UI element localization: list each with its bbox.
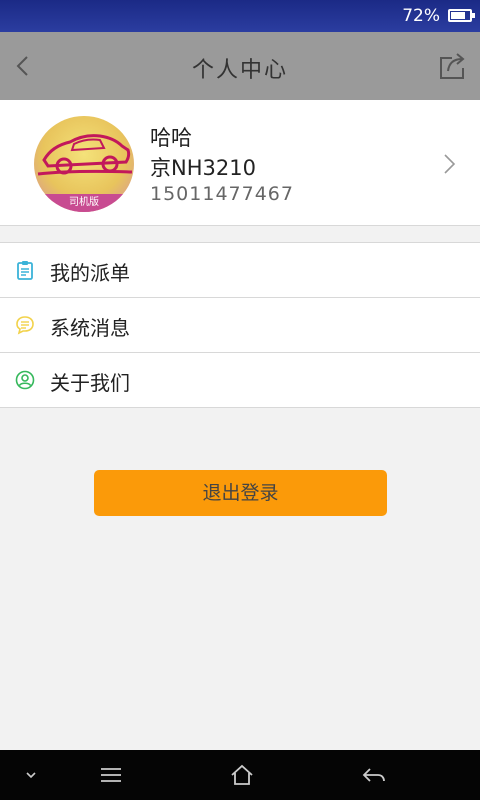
chevron-right-icon[interactable]	[442, 152, 458, 176]
battery-level	[451, 12, 466, 19]
menu-item-about-us[interactable]: 关于我们	[0, 353, 480, 408]
menu-list: 我的派单 系统消息 关于我们	[0, 242, 480, 408]
menu-item-system-messages[interactable]: 系统消息	[0, 298, 480, 353]
logout-button[interactable]: 退出登录	[94, 470, 387, 516]
home-icon[interactable]	[228, 763, 256, 787]
profile-name: 哈哈	[150, 126, 192, 150]
menu-item-my-orders[interactable]: 我的派单	[0, 243, 480, 298]
back-arrow-icon[interactable]	[360, 763, 388, 787]
share-icon[interactable]	[436, 50, 468, 82]
page-title: 个人中心	[191, 58, 288, 83]
avatar-badge: 司机版	[34, 194, 134, 212]
menu-item-label: 我的派单	[50, 261, 130, 285]
phone-number: 15011477467	[150, 183, 294, 205]
menu-item-label: 系统消息	[50, 316, 130, 340]
battery-percentage: 72%	[402, 6, 440, 26]
chevron-down-icon[interactable]	[17, 763, 45, 787]
license-plate: 京NH3210	[150, 156, 256, 180]
menu-item-label: 关于我们	[50, 371, 130, 395]
car-logo-icon	[37, 134, 133, 176]
avatar: 司机版	[34, 116, 134, 212]
status-bar: 72%	[0, 0, 480, 32]
profile-card[interactable]: 司机版 哈哈 京NH3210 15011477467	[0, 100, 480, 226]
clipboard-icon	[17, 261, 33, 280]
menu-icon[interactable]	[97, 763, 125, 787]
app-header: 个人中心	[0, 32, 480, 100]
user-circle-icon	[15, 370, 35, 390]
battery-icon	[448, 9, 475, 22]
navigation-bar	[0, 750, 480, 800]
message-icon	[16, 316, 34, 335]
